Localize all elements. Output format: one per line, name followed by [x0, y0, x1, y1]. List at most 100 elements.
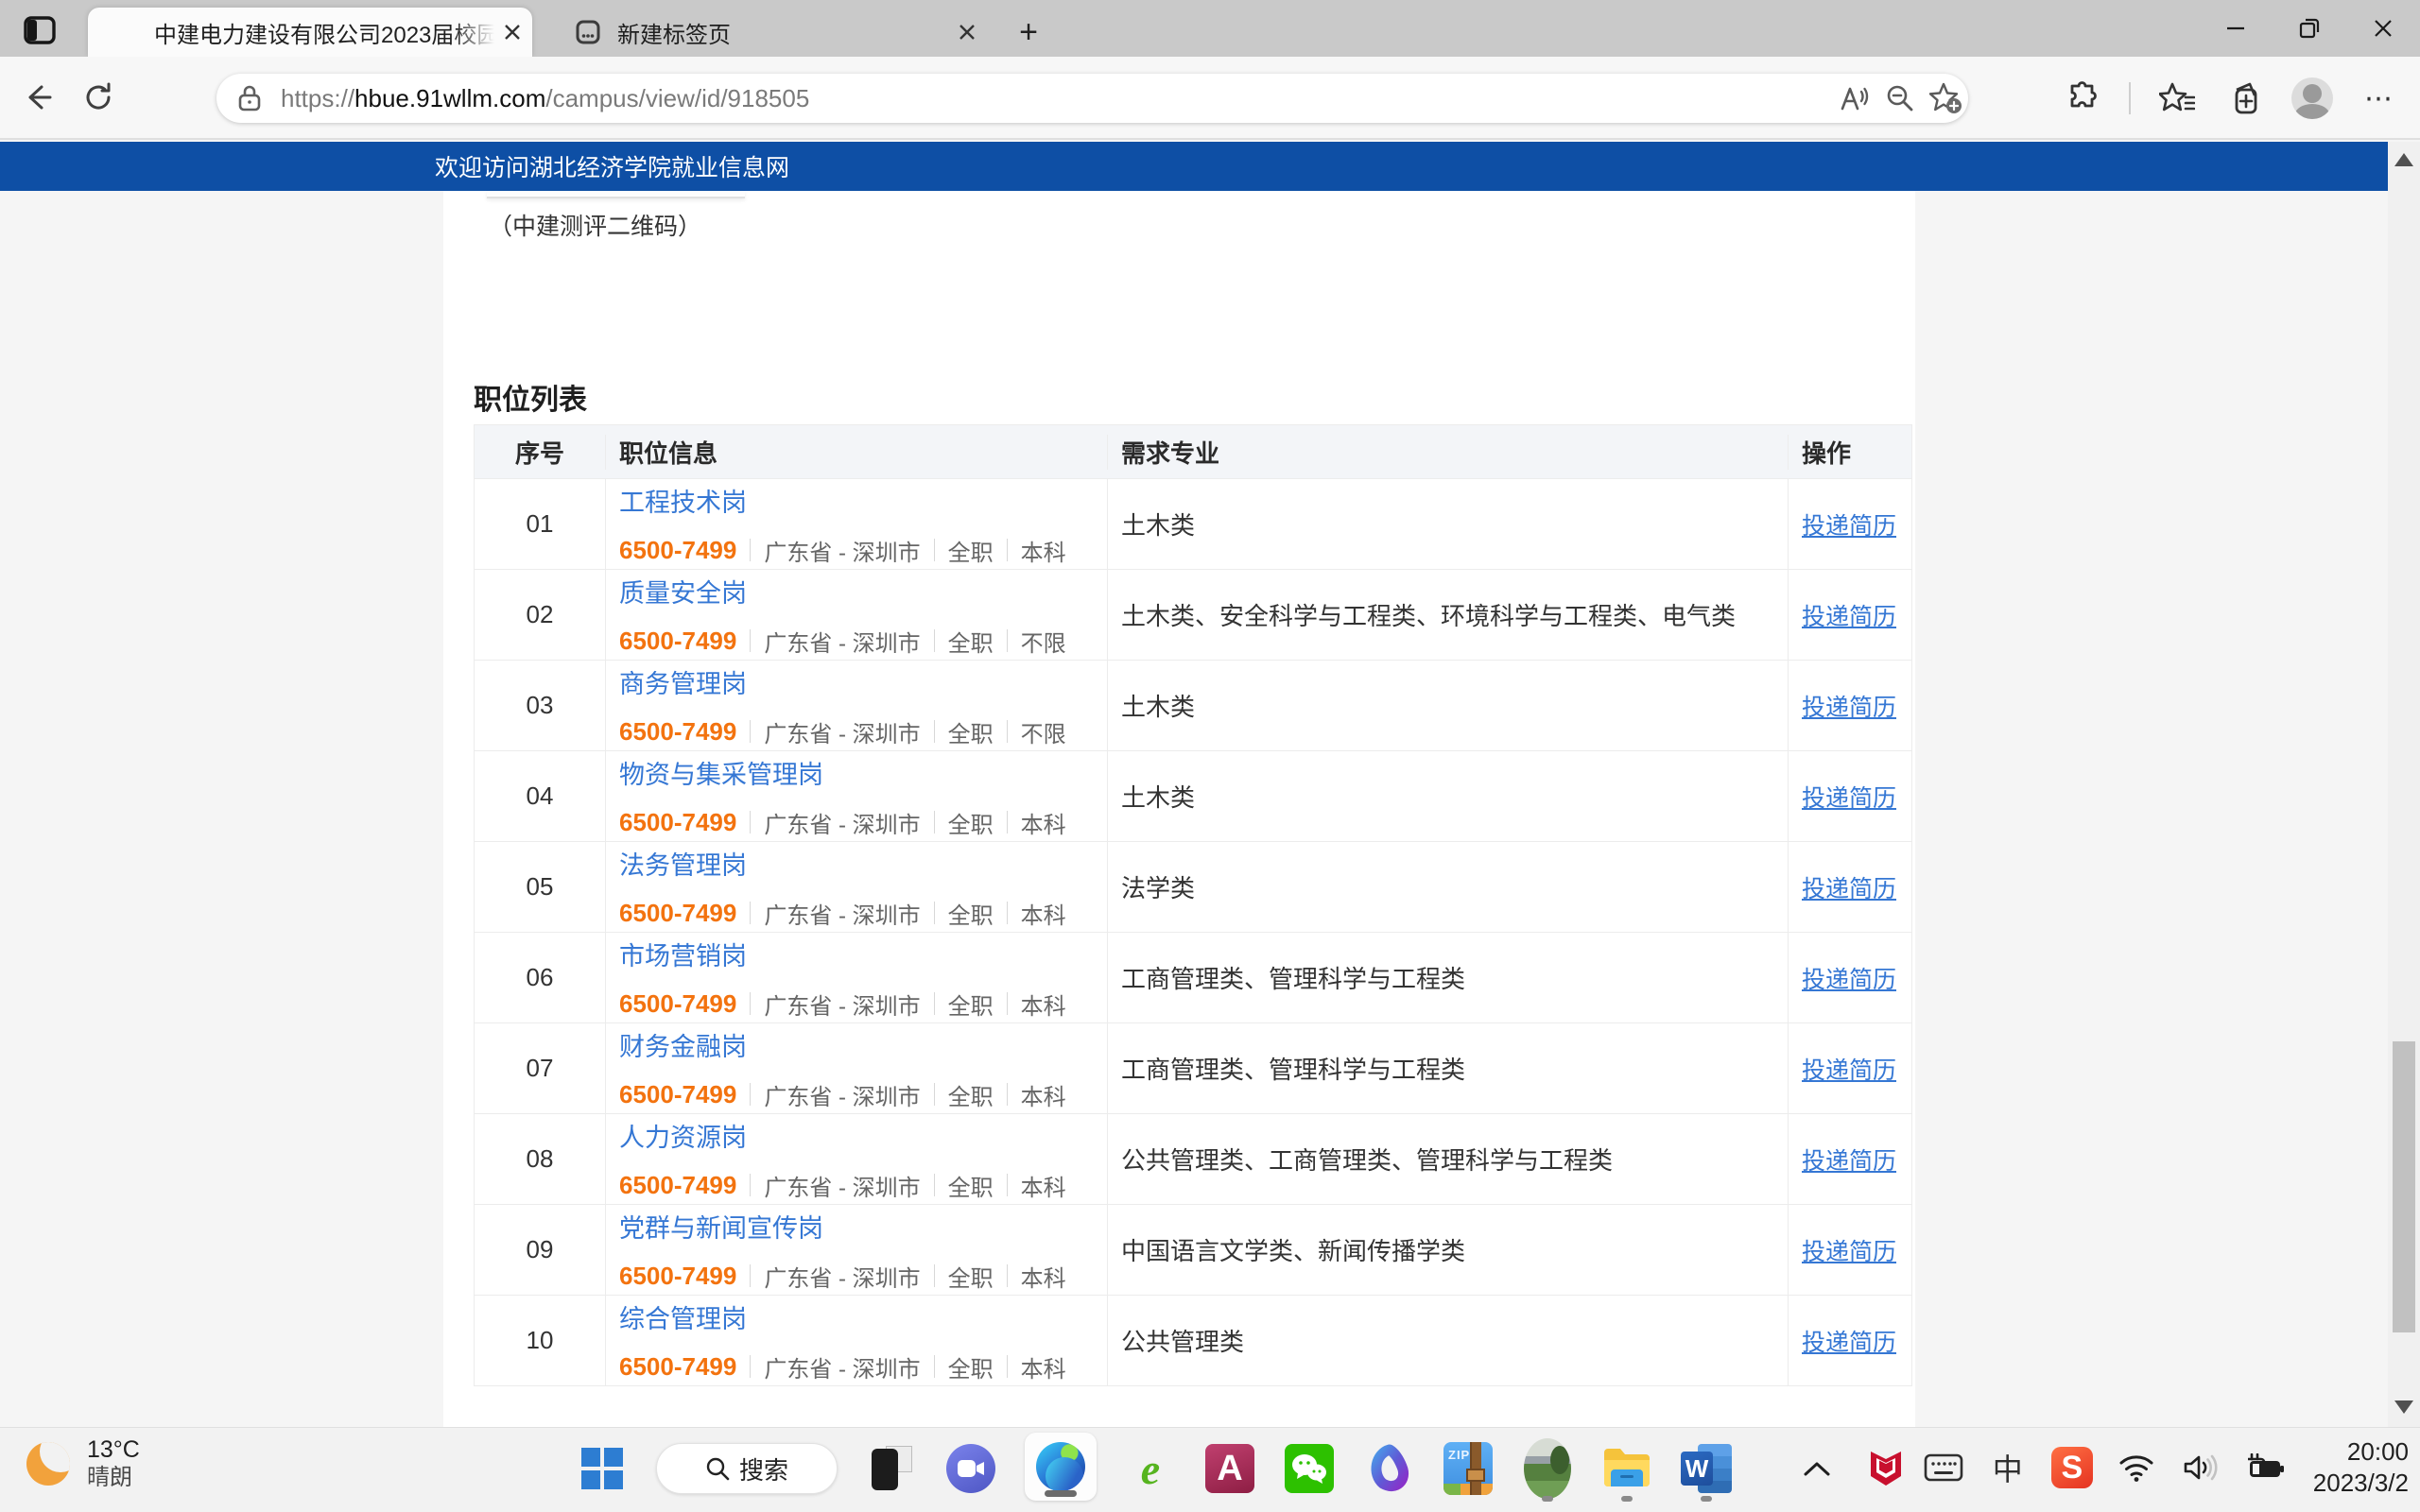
new-tab-button[interactable]: +	[1010, 13, 1047, 51]
scrollbar-down-icon[interactable]	[2394, 1400, 2413, 1414]
active-app-indicator	[1045, 1490, 1077, 1497]
degree: 本科	[1021, 1260, 1066, 1293]
job-title-link[interactable]: 党群与新闻宣传岗	[619, 1208, 823, 1245]
qr-code-image-bottom	[487, 191, 745, 198]
job-title-link[interactable]: 综合管理岗	[619, 1298, 747, 1335]
apply-resume-link[interactable]: 投递简历	[1802, 507, 1896, 541]
ime-language-icon[interactable]: 中	[1986, 1442, 2030, 1493]
page-scrollbar[interactable]	[2388, 142, 2420, 1427]
site-welcome-banner: 欢迎访问湖北经济学院就业信息网	[0, 142, 2388, 191]
extensions-icon[interactable]	[2061, 77, 2104, 120]
scrollbar-thumb[interactable]	[2393, 1041, 2415, 1332]
meta-divider	[1007, 902, 1008, 924]
taskbar-clock[interactable]: 20:00 2023/3/2	[2313, 1436, 2409, 1499]
apply-resume-link[interactable]: 投递简历	[1802, 1233, 1896, 1267]
apply-resume-link[interactable]: 投递简历	[1802, 689, 1896, 723]
page-content: （中建测评二维码） 职位列表 序号 职位信息 需求专业 操作 01 工程技术岗 …	[443, 191, 1915, 1427]
apply-resume-link[interactable]: 投递简历	[1802, 961, 1896, 995]
apply-resume-link[interactable]: 投递简历	[1802, 870, 1896, 904]
meta-divider	[934, 1355, 935, 1378]
taskbar-search[interactable]: 搜索	[656, 1443, 838, 1494]
teams-chat-icon[interactable]	[945, 1443, 996, 1494]
meta-divider	[934, 539, 935, 561]
wechat-icon[interactable]	[1284, 1443, 1335, 1494]
page-viewport: 欢迎访问湖北经济学院就业信息网 （中建测评二维码） 职位列表 序号 职位信息 需…	[0, 142, 2420, 1427]
add-favorite-icon[interactable]	[1923, 76, 1968, 121]
touch-keyboard-icon[interactable]	[1922, 1442, 1965, 1493]
table-row: 09 党群与新闻宣传岗 6500-7499 广东省 - 深圳市 全职 本科 中国…	[475, 1204, 1911, 1295]
meta-divider	[934, 992, 935, 1015]
row-number: 04	[475, 782, 605, 811]
apply-resume-link[interactable]: 投递简历	[1802, 1052, 1896, 1086]
settings-more-icon[interactable]: ⋯	[2358, 77, 2401, 120]
job-title-link[interactable]: 质量安全岗	[619, 573, 747, 610]
file-explorer-icon[interactable]	[1601, 1443, 1652, 1494]
zoom-out-icon[interactable]	[1877, 76, 1923, 121]
minimize-button[interactable]	[2199, 0, 2273, 57]
tab-actions-menu-icon[interactable]	[19, 13, 60, 47]
microsoft365-icon[interactable]	[1363, 1443, 1414, 1494]
job-meta: 6500-7499 广东省 - 深圳市 全职 不限	[619, 715, 1107, 748]
start-button[interactable]	[577, 1443, 628, 1494]
row-number: 02	[475, 600, 605, 629]
job-title-link[interactable]: 商务管理岗	[619, 663, 747, 700]
table-row: 05 法务管理岗 6500-7499 广东省 - 深圳市 全职 本科 法学类 投…	[475, 841, 1911, 932]
salary: 6500-7499	[619, 1171, 736, 1200]
tab-current[interactable]: 中建电力建设有限公司2023届校园	[88, 8, 532, 57]
tab-close-icon[interactable]	[496, 16, 528, 48]
job-title-link[interactable]: 人力资源岗	[619, 1117, 747, 1154]
location: 广东省 - 深圳市	[764, 1078, 920, 1111]
url-text[interactable]: https://hbue.91wllm.com/campus/view/id/9…	[281, 84, 809, 113]
tab-newtab[interactable]: 新建标签页	[553, 8, 983, 57]
read-aloud-icon[interactable]	[1832, 76, 1877, 121]
job-title-link[interactable]: 法务管理岗	[619, 845, 747, 882]
collections-icon[interactable]	[2223, 77, 2267, 120]
scrollbar-up-icon[interactable]	[2394, 153, 2413, 166]
access-icon[interactable]: A	[1204, 1443, 1255, 1494]
app-dark-window-icon[interactable]	[866, 1443, 917, 1494]
degree: 本科	[1021, 897, 1066, 930]
zip-archiver-icon[interactable]: ZIP	[1443, 1443, 1494, 1494]
battery-charging-icon[interactable]	[2243, 1442, 2287, 1493]
job-type: 全职	[948, 534, 994, 567]
word-icon[interactable]: W	[1681, 1443, 1732, 1494]
table-row: 01 工程技术岗 6500-7499 广东省 - 深圳市 全职 本科 土木类 投…	[475, 478, 1911, 569]
profile-avatar[interactable]	[2291, 77, 2333, 119]
refresh-icon[interactable]	[76, 75, 121, 120]
banner-text: 欢迎访问湖北经济学院就业信息网	[435, 149, 789, 183]
apply-resume-link[interactable]: 投递简历	[1802, 598, 1896, 632]
photo-app-icon[interactable]	[1522, 1443, 1573, 1494]
job-title-link[interactable]: 工程技术岗	[619, 482, 747, 519]
job-meta: 6500-7499 广东省 - 深圳市 全职 本科	[619, 988, 1107, 1021]
apply-resume-link[interactable]: 投递简历	[1802, 1143, 1896, 1177]
job-title-link[interactable]: 市场营销岗	[619, 936, 747, 972]
lock-icon[interactable]	[237, 84, 262, 112]
meta-divider	[934, 629, 935, 652]
row-number: 03	[475, 691, 605, 720]
weather-widget[interactable]: 13°C 晴朗	[26, 1435, 140, 1492]
edge-browser-icon[interactable]	[1025, 1433, 1097, 1501]
job-title-link[interactable]: 物资与集采管理岗	[619, 754, 823, 791]
volume-icon[interactable]	[2179, 1442, 2222, 1493]
wifi-icon[interactable]	[2115, 1442, 2158, 1493]
degree: 本科	[1021, 1078, 1066, 1111]
job-meta: 6500-7499 广东省 - 深圳市 全职 本科	[619, 806, 1107, 839]
favorites-icon[interactable]	[2155, 77, 2199, 120]
required-majors: 法学类	[1121, 869, 1788, 904]
col-header-no: 序号	[475, 435, 605, 470]
back-icon[interactable]	[15, 75, 60, 120]
restore-button[interactable]	[2273, 0, 2346, 57]
address-bar[interactable]: https://hbue.91wllm.com/campus/view/id/9…	[216, 74, 1968, 123]
sogou-input-icon[interactable]: S	[2050, 1442, 2094, 1493]
apply-resume-link[interactable]: 投递简历	[1802, 1324, 1896, 1358]
close-button[interactable]	[2346, 0, 2420, 57]
job-title-link[interactable]: 财务金融岗	[619, 1026, 747, 1063]
apply-resume-link[interactable]: 投递简历	[1802, 780, 1896, 814]
job-table: 序号 职位信息 需求专业 操作 01 工程技术岗 6500-7499 广东省 -…	[474, 424, 1912, 1386]
tray-overflow-chevron-icon[interactable]	[1798, 1443, 1836, 1494]
meta-divider	[934, 811, 935, 833]
tab-close-icon[interactable]	[951, 16, 983, 48]
mcafee-icon[interactable]	[1864, 1443, 1908, 1494]
green-e-browser-icon[interactable]: e	[1125, 1443, 1176, 1494]
salary: 6500-7499	[619, 899, 736, 928]
